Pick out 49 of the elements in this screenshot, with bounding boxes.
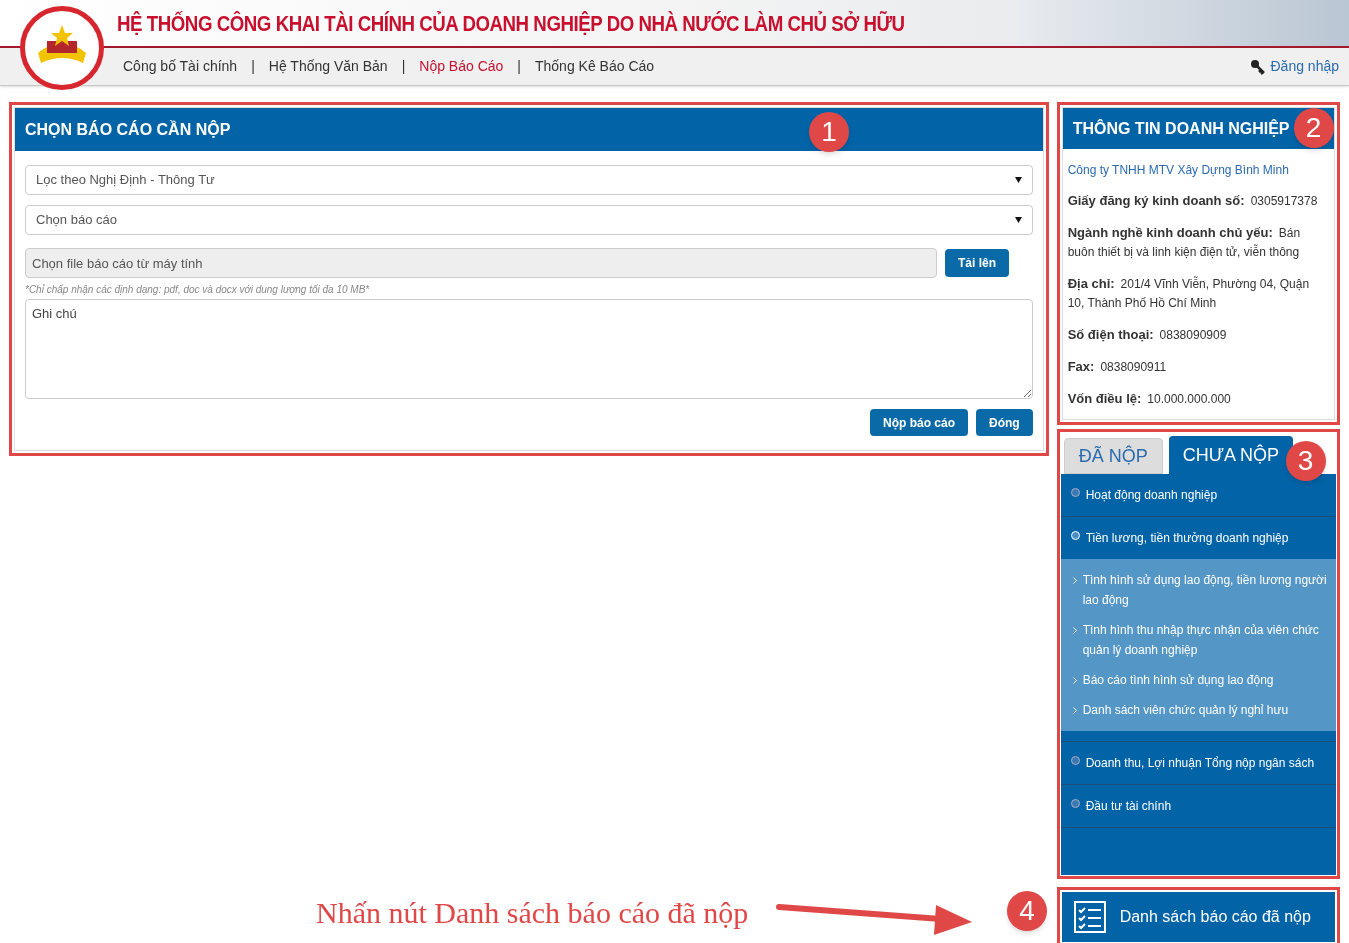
company-detail: Giấy đăng ký kinh doanh số: 0305917378 xyxy=(1067,192,1319,210)
select-placeholder: Chọn báo cáo xyxy=(36,211,117,230)
step-number-badge: 4 xyxy=(1007,891,1047,931)
site-title: HỆ THỐNG CÔNG KHAI TÀI CHÍNH CỦA DOANH NGHIỆP DO NHÀ NƯỚC LÀM CHỦ SỞ HỮU xyxy=(117,9,905,38)
instruction-text: Nhấn nút Danh sách báo cáo đã nộp xyxy=(316,894,749,931)
report-subitem[interactable]: Tình hình thu nhập thực nhận của viên chức quản lý doanh nghiệp xyxy=(1060,615,1336,665)
company-detail: Địa chỉ: 201/4 Vĩnh Viễn, Phường 04, Quận 10, Thành Phố Hồ Chí Minh xyxy=(1067,275,1311,312)
chevron-icon xyxy=(1072,677,1077,684)
nav-separator: | xyxy=(251,57,255,76)
dropdown-select[interactable]: Chọn báo cáo xyxy=(25,205,1033,235)
nav-link[interactable]: Công bố Tài chính xyxy=(123,56,238,77)
company-detail: Số điện thoại: 0838090909 xyxy=(1067,326,1228,344)
dropdown-select[interactable]: Lọc theo Nghị Định - Thông Tư xyxy=(25,165,1033,195)
nav-link[interactable]: Thống Kê Báo Cáo xyxy=(535,56,655,77)
report-category[interactable]: Doanh thu, Lợi nhuận Tổng nộp ngân sách xyxy=(1060,742,1336,784)
report-subitem[interactable]: Danh sách viên chức quản lý nghỉ hưu xyxy=(1060,695,1336,725)
nav-link[interactable]: Nộp Báo Cáo xyxy=(419,56,504,77)
report-tab[interactable]: CHƯA NỘP xyxy=(1168,436,1294,474)
notes-field[interactable]: Ghi chú xyxy=(25,299,1033,399)
chevron-icon xyxy=(1072,577,1077,584)
report-category[interactable]: Tiền lương, tiền thưởng doanh nghiệp xyxy=(1060,517,1336,559)
caret-icon xyxy=(1014,217,1022,223)
nav-link[interactable]: Hệ Thống Văn Bản xyxy=(268,56,388,77)
key-icon xyxy=(1250,58,1267,75)
file-format-note: *Chỉ chấp nhận các định dạng: pdf, doc và docx với dung lượng tối đa 10 MB* xyxy=(25,283,371,297)
company-detail: Vốn điều lệ: 10.000.000.000 xyxy=(1067,390,1232,408)
report-category[interactable]: Đầu tư tài chính xyxy=(1060,785,1336,827)
chevron-icon xyxy=(1072,627,1077,634)
panel-title: CHỌN BÁO CÁO CẦN NỘP xyxy=(25,119,231,140)
report-tab[interactable]: ĐÃ NỘP xyxy=(1063,438,1163,474)
caret-icon xyxy=(1014,177,1022,183)
panel-title: THÔNG TIN DOANH NGHIỆP xyxy=(1072,118,1290,139)
file-input-field[interactable]: Chọn file báo cáo từ máy tính xyxy=(25,248,937,278)
company-detail: Ngành nghề kinh doanh chủ yếu: Bán buôn thiết bị và linh kiện điện tử, viễn thông xyxy=(1067,224,1302,261)
login-link[interactable]: Đăng nhập xyxy=(1270,56,1339,77)
submitted-list-button[interactable]: Danh sách báo cáo đã nộp xyxy=(1061,892,1335,942)
company-name: Công ty TNHH MTV Xây Dựng Bình Minh xyxy=(1067,162,1290,179)
select-placeholder: Lọc theo Nghị Định - Thông Tư xyxy=(36,171,215,190)
checklist-icon xyxy=(1073,901,1106,933)
form-button[interactable]: Nộp báo cáo xyxy=(869,409,968,436)
form-button[interactable]: Đóng xyxy=(976,409,1033,436)
nav-separator: | xyxy=(401,57,406,76)
company-detail: Fax: 0838090911 xyxy=(1067,358,1168,376)
report-subitem[interactable]: Tình hình sử dụng lao động, tiền lương người lao động xyxy=(1060,565,1336,615)
nav-separator: | xyxy=(517,57,521,76)
chevron-icon xyxy=(1072,707,1077,714)
upload-button[interactable]: Tải lên xyxy=(945,249,1009,277)
report-subitem[interactable]: Báo cáo tình hình sử dụng lao động xyxy=(1060,665,1336,695)
report-category[interactable]: Hoạt động doanh nghiệp xyxy=(1060,474,1336,516)
